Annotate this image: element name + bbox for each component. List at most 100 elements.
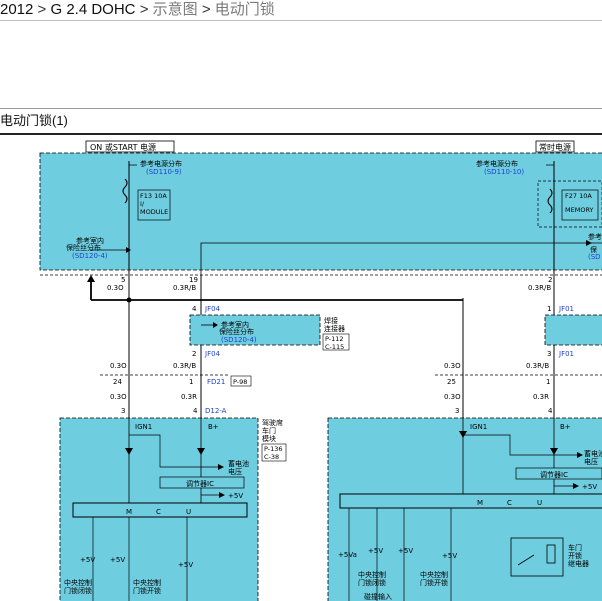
wire-spec-o-a: 0.3O (110, 362, 127, 370)
breadcrumb-current: 电动门锁 (214, 1, 275, 18)
fd21-label[interactable]: FD21 (207, 378, 225, 386)
central-lock-right-1: 中央控制 (358, 570, 386, 579)
ign1-label-left: IGN1 (135, 423, 152, 431)
central-unlock-left-2: 门锁开锁 (133, 586, 161, 595)
splice-label-line1: 焊接 (324, 316, 338, 325)
title-divider (0, 108, 602, 109)
central-unlock-left-1: 中央控制 (133, 578, 161, 587)
splice-code-1[interactable]: P-112 (325, 335, 344, 343)
section-title: 电动门锁(1) (0, 113, 68, 128)
key-input-label: 碰撞输入 (364, 592, 392, 601)
plus5v-left-out: +5V (228, 492, 243, 500)
door-unlock-relay-3: 继电器 (568, 559, 589, 568)
wire-spec-rb-a: 0.3R/B (173, 362, 196, 370)
breadcrumb-separator: > (37, 1, 47, 18)
wire-spec-2r: 0.3R/B (528, 284, 551, 292)
fuse-left-name: F13 10A (140, 192, 167, 200)
ref-interior-right-code[interactable]: (SD (588, 253, 601, 261)
bplus-label-left: B+ (208, 423, 219, 431)
splice-code-2[interactable]: C-115 (325, 343, 344, 351)
ref-interior-left-line2: 保险丝分布 (66, 243, 101, 252)
fuse-right-name: F27 10A (565, 192, 592, 200)
breadcrumb-separator: > (139, 1, 149, 18)
jf01-pin-3: 3 (547, 350, 551, 358)
wire-spec-19: 0.3R/B (173, 284, 196, 292)
bplus-label-right: B+ (560, 423, 571, 431)
plus5va-right: +5Va (338, 551, 357, 559)
wiring-diagram: ON 或START 电源 常时电源 参考电源分布 (SD110-9) F13 1… (39, 140, 602, 601)
wire-pin-5: 5 (121, 276, 125, 284)
fd21-code[interactable]: P-98 (233, 378, 247, 386)
central-lock-left-2: 门锁闭锁 (64, 586, 92, 595)
plus5v-right-c: +5V (442, 552, 457, 560)
central-unlock-right-2: 门锁开锁 (420, 578, 448, 587)
wire-pin-19: 19 (189, 276, 198, 284)
plus5v-right-out: +5V (582, 483, 597, 491)
jf01-label-top[interactable]: JF01 (558, 305, 574, 313)
jf04-pin-4: 4 (192, 305, 197, 313)
breadcrumb-year[interactable]: 2012 (0, 1, 33, 18)
jf04-pin-2: 2 (192, 350, 196, 358)
ref-power-right: 参考电源分布 (476, 159, 518, 168)
plus5v-left-b: +5V (110, 556, 125, 564)
battery-voltage-right-2: 电压 (584, 457, 598, 466)
module-left-label-3: 模块 (262, 434, 276, 443)
ref-interior-mid-line2: 保险丝分布 (219, 327, 254, 336)
ref-interior-right-line1: 参考 (588, 232, 602, 241)
connector-pin-1a: 1 (189, 378, 193, 386)
plus5v-left-a: +5V (80, 556, 95, 564)
wire-spec-5: 0.3O (107, 284, 124, 292)
battery-voltage-left-1: 蓄电池 (228, 459, 249, 468)
regulator-ic-right: 调节器IC (540, 470, 568, 479)
ref-power-left-code[interactable]: (SD110-9) (146, 168, 182, 176)
connector-pin-4a: 4 (193, 407, 198, 415)
battery-voltage-left-2: 电压 (228, 467, 242, 476)
wire-spec-o-c: 0.3O (110, 393, 127, 401)
wire-spec-o-d: 0.3O (444, 393, 461, 401)
jf04-label-bottom[interactable]: JF04 (204, 350, 221, 358)
jf04-label-top[interactable]: JF04 (204, 305, 221, 313)
module-left-label-1: 驾驶席 (262, 418, 283, 427)
ref-power-left: 参考电源分布 (140, 159, 182, 168)
door-unlock-relay-2: 开锁 (568, 551, 582, 560)
fuse-left-line3: MODULE (140, 208, 168, 216)
ref-power-right-code[interactable]: (SD110-10) (484, 168, 524, 176)
connector-pin-25: 25 (447, 378, 456, 386)
connector-pin-4b: 4 (548, 407, 553, 415)
module-left-code-1[interactable]: P-136 (264, 445, 283, 453)
wire-pin-2r: 2 (548, 276, 552, 284)
mcu-left-u: U (186, 508, 191, 516)
module-left-label-2: 车门 (262, 426, 276, 435)
module-left-code-2[interactable]: C-38 (264, 453, 279, 461)
ref-interior-mid-code[interactable]: (SD120-4) (221, 336, 257, 344)
plus5v-left-c: +5V (178, 561, 193, 569)
plus5v-right-a: +5V (368, 547, 383, 555)
breadcrumb-separator: > (201, 1, 211, 18)
central-lock-left-1: 中央控制 (64, 578, 92, 587)
d12a-label[interactable]: D12-A (205, 407, 227, 415)
mcu-left-c: C (156, 508, 161, 516)
mcu-right-c: C (507, 499, 512, 507)
breadcrumb-schematic[interactable]: 示意图 (153, 1, 198, 18)
wire-spec-r-d: 0.3R (533, 393, 549, 401)
door-unlock-relay-1: 车门 (568, 543, 582, 552)
jf01-splice-panel (544, 314, 602, 346)
ign1-label-right: IGN1 (470, 423, 487, 431)
wire-spec-o-b: 0.3O (444, 362, 461, 370)
jf01-pin-1: 1 (547, 305, 551, 313)
wire-spec-r-c: 0.3R (181, 393, 197, 401)
mcu-right-m: M (477, 499, 483, 507)
connector-pin-24: 24 (113, 378, 122, 386)
plus5v-right-b: +5V (398, 547, 413, 555)
regulator-ic-left: 调节器IC (186, 479, 214, 488)
jf01-label-bottom[interactable]: JF01 (558, 350, 574, 358)
central-lock-right-2: 门锁闭锁 (358, 578, 386, 587)
power-on-start-label: ON 或START 电源 (90, 142, 156, 152)
connector-pin-3a: 3 (121, 407, 125, 415)
connector-pin-3b: 3 (455, 407, 459, 415)
breadcrumb-engine[interactable]: G 2.4 DOHC (50, 1, 135, 18)
mcu-left-m: M (126, 508, 132, 516)
central-unlock-right-1: 中央控制 (420, 570, 448, 579)
ref-interior-left-code[interactable]: (SD120-4) (72, 252, 108, 260)
breadcrumb: 2012 > G 2.4 DOHC > 示意图 > 电动门锁 (0, 0, 602, 21)
